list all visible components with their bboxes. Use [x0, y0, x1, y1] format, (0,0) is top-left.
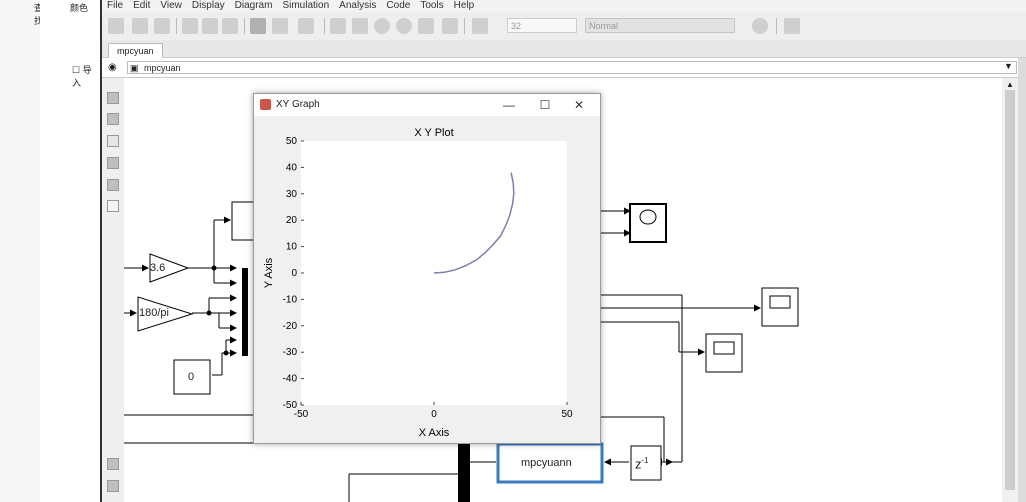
close-icon[interactable]: ✕: [572, 98, 586, 112]
y-tick-label: 40: [286, 162, 298, 173]
menu-display[interactable]: Display: [187, 0, 230, 12]
data-inspector-icon[interactable]: [472, 18, 488, 34]
simulation-mode-value: Normal: [589, 21, 619, 31]
scrollbar-thumb[interactable]: [1005, 90, 1015, 490]
pause-icon[interactable]: [396, 18, 412, 34]
matlab-icon: [260, 99, 271, 110]
xy-plot: X Y Plot X Axis Y Axis -50 0 50 50 40 30 20 10…: [263, 127, 573, 439]
right-edge: [1018, 58, 1026, 502]
xy-graph-icon: [639, 209, 657, 225]
import-label[interactable]: ☐ 导入: [72, 63, 100, 89]
open-icon[interactable]: [132, 18, 148, 34]
xy-window-title: XY Graph: [276, 99, 320, 110]
left-panel: 查找 颜色: [0, 0, 89, 502]
toolbar: 32 Normal: [102, 12, 1026, 41]
background-panel: 颜色 ☐ 导入: [40, 0, 100, 502]
scope-block-3: [705, 333, 743, 373]
vertical-scrollbar[interactable]: ▲: [1002, 78, 1018, 502]
x-tick-label: 0: [431, 409, 437, 420]
y-tick-label: -10: [283, 294, 298, 305]
check-icon[interactable]: [752, 18, 768, 34]
x-axis-label: X Axis: [419, 427, 450, 439]
hide-browser-icon[interactable]: ◉: [108, 62, 117, 73]
y-tick-label: 10: [286, 242, 298, 253]
maximize-icon[interactable]: ☐: [538, 98, 552, 112]
tab-mpcyuan[interactable]: mpcyuan: [108, 43, 163, 58]
record-icon[interactable]: [330, 18, 346, 34]
constant-label: 0: [188, 371, 195, 383]
y-axis-label: Y Axis: [263, 257, 275, 288]
y-tick-label: 0: [291, 268, 297, 279]
xy-window-titlebar[interactable]: XY Graph — ☐ ✕: [254, 94, 600, 116]
run-icon[interactable]: [374, 18, 390, 34]
subsystem-label[interactable]: mpcyuann: [521, 457, 572, 469]
menu-diagram[interactable]: Diagram: [230, 0, 278, 12]
stop-time-input[interactable]: 32: [507, 18, 577, 33]
y-tick-label: -50: [283, 400, 298, 411]
stop-icon[interactable]: [442, 18, 458, 34]
model-config-icon[interactable]: [272, 18, 288, 34]
grid-icon[interactable]: [784, 18, 800, 34]
menu-bar: File Edit View Display Diagram Simulatio…: [102, 0, 1026, 12]
minimize-icon[interactable]: —: [502, 98, 516, 112]
y-tick-label: 30: [286, 189, 298, 200]
forward-icon[interactable]: [202, 18, 218, 34]
gain-label-2: 180/pi: [139, 307, 169, 319]
menu-view[interactable]: View: [155, 0, 187, 12]
library-browser-icon[interactable]: [250, 18, 266, 34]
scroll-up-icon[interactable]: ▲: [1006, 80, 1014, 89]
y-tick-label: -40: [283, 374, 298, 385]
tab-strip: mpcyuan: [102, 40, 1026, 58]
plot-title: X Y Plot: [414, 127, 453, 139]
menu-analysis[interactable]: Analysis: [334, 0, 381, 12]
gain-label-1: 3.6: [150, 262, 166, 274]
junction-dot: [206, 310, 212, 316]
xy-graph-window[interactable]: XY Graph — ☐ ✕ X Y Plot X Axis Y Axis -5…: [253, 93, 601, 444]
palette: [102, 78, 125, 502]
model-browser-icon[interactable]: [107, 480, 119, 492]
image-icon[interactable]: [107, 157, 119, 169]
area-icon[interactable]: [107, 200, 119, 212]
simulation-mode-select[interactable]: Normal: [585, 18, 735, 33]
y-tick-label: 20: [286, 215, 298, 226]
menu-help[interactable]: Help: [449, 0, 480, 12]
scope-block-2: [761, 287, 799, 327]
color-menu[interactable]: 颜色: [70, 1, 88, 14]
zoom-icon[interactable]: [107, 92, 119, 104]
arrow-icon[interactable]: [107, 135, 119, 147]
menu-edit[interactable]: Edit: [128, 0, 155, 12]
step-back-icon[interactable]: [352, 18, 368, 34]
y-tick-label: 50: [286, 136, 298, 147]
explorer-icon[interactable]: [298, 18, 314, 34]
new-model-icon[interactable]: [108, 18, 124, 34]
menu-tools[interactable]: Tools: [415, 0, 448, 12]
junction-dot: [211, 265, 217, 271]
y-tick-label: -30: [283, 347, 298, 358]
menu-code[interactable]: Code: [381, 0, 415, 12]
menu-file[interactable]: File: [102, 0, 128, 12]
mux-block-2: [458, 440, 470, 502]
mux-block: [242, 268, 248, 356]
fit-view-icon[interactable]: [107, 113, 119, 125]
property-inspector-icon[interactable]: [107, 458, 119, 470]
junction-dot: [223, 350, 229, 356]
menu-simulation[interactable]: Simulation: [277, 0, 334, 12]
up-icon[interactable]: [222, 18, 238, 34]
breadcrumb[interactable]: ▣ mpcyuan: [127, 61, 1017, 74]
annotation-icon[interactable]: [107, 179, 119, 191]
delay-label: z-1: [635, 456, 649, 472]
breadcrumb-bar: ◉ ▣ mpcyuan ▼: [102, 58, 1018, 78]
model-icon: ▣: [130, 63, 139, 73]
x-tick-label: 50: [561, 409, 573, 420]
chevron-down-icon[interactable]: ▼: [1004, 61, 1013, 71]
y-tick-labels: 50 40 30 20 10 0 -10 -20 -30 -40 -50: [283, 136, 304, 411]
breadcrumb-path: mpcyuan: [144, 63, 181, 73]
step-forward-icon[interactable]: [418, 18, 434, 34]
import-icon: ☐: [72, 65, 81, 75]
y-tick-label: -20: [283, 321, 298, 332]
save-icon[interactable]: [154, 18, 170, 34]
back-icon[interactable]: [182, 18, 198, 34]
